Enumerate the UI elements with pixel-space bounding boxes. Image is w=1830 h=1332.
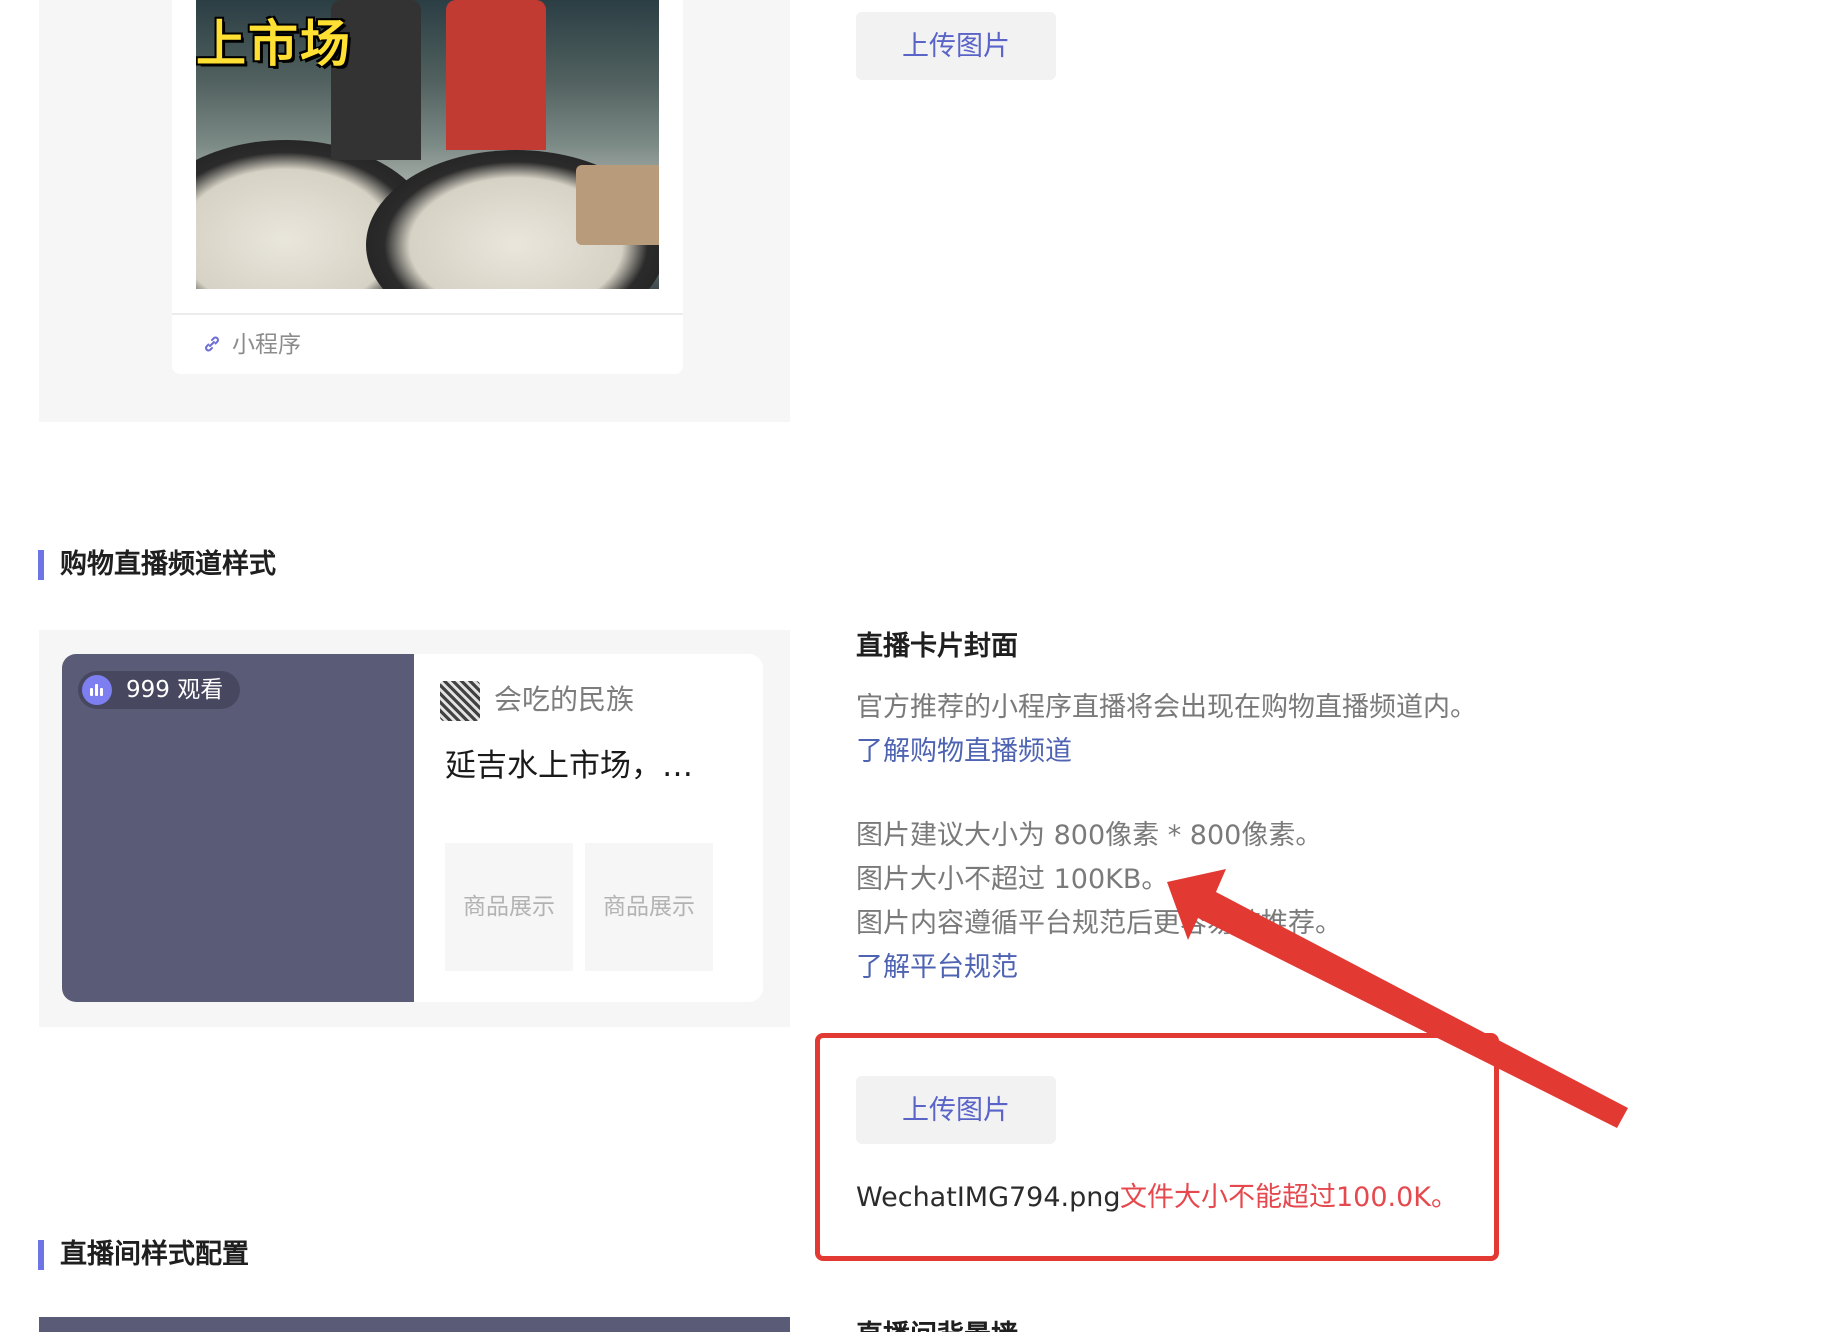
learn-channel-link[interactable]: 了解购物直播频道 bbox=[856, 730, 1072, 774]
section-accent-bar bbox=[38, 550, 44, 580]
content-rule-hint: 图片内容遵循平台规范后更容易被推荐。 bbox=[856, 908, 1342, 939]
background-wall-label: 直播间背景墙 bbox=[856, 1318, 1018, 1332]
annotation-highlight-box bbox=[815, 1033, 1499, 1261]
room-preview-panel bbox=[39, 1317, 790, 1332]
section-accent-bar bbox=[38, 1240, 44, 1270]
live-audio-icon bbox=[82, 675, 112, 705]
miniprogram-thumbnail: 上市场 bbox=[196, 0, 659, 289]
file-limit-hint: 图片大小不超过 100KB。 bbox=[856, 864, 1169, 895]
author-name: 会吃的民族 bbox=[494, 683, 635, 716]
avatar bbox=[440, 681, 480, 721]
link-icon bbox=[203, 335, 221, 353]
cover-description: 官方推荐的小程序直播将会出现在购物直播频道内。 bbox=[856, 692, 1477, 723]
thumbnail-overlay-text: 上市场 bbox=[196, 15, 352, 73]
miniprogram-label: 小程序 bbox=[232, 331, 301, 357]
cover-field-label: 直播卡片封面 bbox=[856, 631, 1018, 662]
upload-image-button-top[interactable]: 上传图片 bbox=[856, 12, 1056, 80]
live-room-title: 延吉水上市场，… bbox=[445, 748, 693, 784]
product-tile: 商品展示 bbox=[585, 843, 713, 971]
viewer-count: 999 观看 bbox=[126, 677, 224, 703]
card-divider bbox=[172, 313, 683, 315]
size-hint: 图片建议大小为 800像素 * 800像素。 bbox=[856, 820, 1323, 851]
section-title-channel-style: 购物直播频道样式 bbox=[60, 549, 276, 580]
product-tile: 商品展示 bbox=[445, 843, 573, 971]
section-title-room-style: 直播间样式配置 bbox=[60, 1239, 249, 1270]
learn-rules-link[interactable]: 了解平台规范 bbox=[856, 946, 1018, 990]
